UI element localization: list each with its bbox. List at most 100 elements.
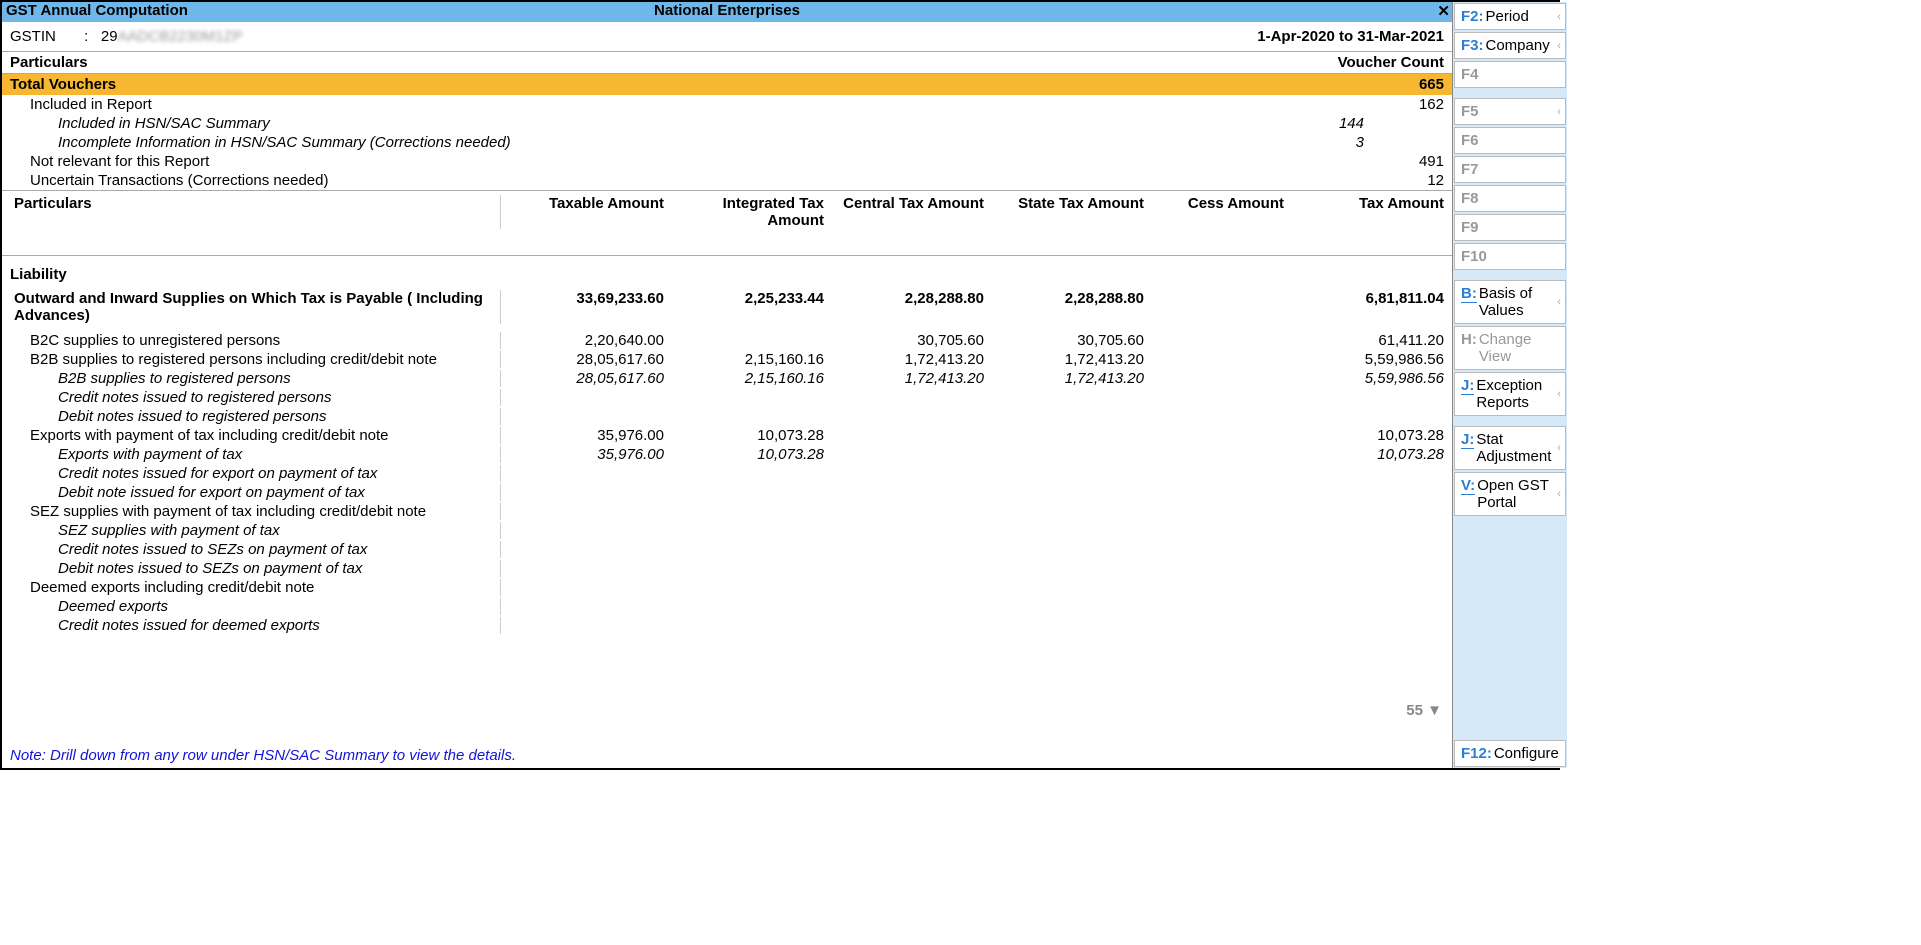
row-label: B2C supplies to unregistered persons [10, 332, 500, 349]
table-row[interactable]: Credit notes issued for export on paymen… [2, 464, 1452, 483]
btn-f4: F4 [1454, 61, 1566, 88]
row-cgst [832, 389, 992, 406]
btn-basis-of-values[interactable]: B:Basis of Values‹ [1454, 280, 1566, 324]
row-total [1292, 408, 1452, 425]
btn-f3-company[interactable]: F3:Company‹ [1454, 32, 1566, 59]
table-row[interactable]: Outward and Inward Supplies on Which Tax… [2, 289, 1452, 325]
table-row[interactable]: Debit notes issued to registered persons [2, 407, 1452, 426]
row-total: 6,81,811.04 [1292, 290, 1452, 324]
row-label: SEZ supplies with payment of tax includi… [10, 503, 500, 520]
row-taxable [500, 503, 672, 520]
row-igst [672, 560, 832, 577]
row-cess [1152, 465, 1292, 482]
btn-f2-period[interactable]: F2:Period‹ [1454, 3, 1566, 30]
row-taxable [500, 598, 672, 615]
row-total [1292, 598, 1452, 615]
row-label: Credit notes issued to SEZs on payment o… [10, 541, 500, 558]
row-cgst: 1,72,413.20 [832, 351, 992, 368]
row-igst [672, 579, 832, 596]
table-row[interactable]: B2C supplies to unregistered persons2,20… [2, 331, 1452, 350]
table-row[interactable]: Exports with payment of tax including cr… [2, 426, 1452, 445]
row-sgst: 2,28,288.80 [992, 290, 1152, 324]
row-sgst [992, 522, 1152, 539]
row-sgst [992, 617, 1152, 634]
voucher-row[interactable]: Included in Report162 [2, 95, 1452, 114]
btn-stat-adjustment[interactable]: J:Stat Adjustment‹ [1454, 426, 1566, 470]
row-igst [672, 408, 832, 425]
row-igst [672, 541, 832, 558]
row-cess [1152, 408, 1292, 425]
table-row[interactable]: Credit notes issued for deemed exports [2, 616, 1452, 635]
row-cgst: 2,28,288.80 [832, 290, 992, 324]
row-cess [1152, 503, 1292, 520]
table-row[interactable]: Debit note issued for export on payment … [2, 483, 1452, 502]
btn-f10: F10 [1454, 243, 1566, 270]
voucher-row-mid: 144 [1044, 115, 1364, 132]
row-igst: 2,15,160.16 [672, 351, 832, 368]
btn-f5: F5‹ [1454, 98, 1566, 125]
voucher-row[interactable]: Included in HSN/SAC Summary144 [2, 114, 1452, 133]
table-row[interactable]: Deemed exports including credit/debit no… [2, 578, 1452, 597]
row-total: 10,073.28 [1292, 446, 1452, 463]
table-row[interactable]: Debit notes issued to SEZs on payment of… [2, 559, 1452, 578]
scroll-indicator[interactable]: 55 ▼ [1406, 702, 1442, 719]
row-cgst [832, 465, 992, 482]
gstin-value-blurred: AADCB2230M1ZP [118, 28, 243, 45]
table-row[interactable]: Credit notes issued to registered person… [2, 388, 1452, 407]
table-row[interactable]: Deemed exports [2, 597, 1452, 616]
row-igst: 2,25,233.44 [672, 290, 832, 324]
voucher-row-label: Included in HSN/SAC Summary [10, 115, 1044, 132]
btn-f12-configure[interactable]: F12:Configure [1454, 740, 1566, 767]
row-label: Debit note issued for export on payment … [10, 484, 500, 501]
table-body: Liability Outward and Inward Supplies on… [2, 256, 1452, 743]
row-cess [1152, 446, 1292, 463]
row-taxable [500, 408, 672, 425]
row-igst [672, 522, 832, 539]
row-igst [672, 503, 832, 520]
voucher-row[interactable]: Not relevant for this Report491 [2, 152, 1452, 171]
table-row[interactable]: SEZ supplies with payment of tax [2, 521, 1452, 540]
table-row[interactable]: B2B supplies to registered persons inclu… [2, 350, 1452, 369]
row-sgst [992, 408, 1152, 425]
row-cess [1152, 541, 1292, 558]
row-cess [1152, 560, 1292, 577]
table-row[interactable]: Credit notes issued to SEZs on payment o… [2, 540, 1452, 559]
row-cess [1152, 522, 1292, 539]
gstin-label: GSTIN [10, 28, 80, 45]
btn-exception-reports[interactable]: J:Exception Reports‹ [1454, 372, 1566, 416]
hdr-particulars: Particulars [10, 54, 88, 71]
table-row[interactable]: B2B supplies to registered persons28,05,… [2, 369, 1452, 388]
row-cess [1152, 370, 1292, 387]
voucher-row[interactable]: Uncertain Transactions (Corrections need… [2, 171, 1452, 190]
table-header: Particulars Taxable Amount Integrated Ta… [2, 191, 1452, 256]
title-left: GST Annual Computation [2, 2, 188, 22]
row-taxable: 2,20,640.00 [500, 332, 672, 349]
row-cgst [832, 408, 992, 425]
row-cgst [832, 598, 992, 615]
close-icon[interactable]: ✕ [1437, 2, 1450, 20]
voucher-row-count [1364, 115, 1444, 132]
row-taxable: 28,05,617.60 [500, 370, 672, 387]
gstin-block: GSTIN : 29AADCB2230M1ZP [10, 28, 243, 45]
row-total [1292, 503, 1452, 520]
row-igst [672, 484, 832, 501]
row-label: Deemed exports including credit/debit no… [10, 579, 500, 596]
row-sgst: 30,705.60 [992, 332, 1152, 349]
row-label: Debit notes issued to SEZs on payment of… [10, 560, 500, 577]
row-label: B2B supplies to registered persons inclu… [10, 351, 500, 368]
voucher-row-count: 162 [1364, 96, 1444, 113]
col-cgst: Central Tax Amount [832, 195, 992, 229]
total-vouchers-row[interactable]: Total Vouchers 665 [2, 74, 1452, 95]
gstin-sep: : [84, 28, 88, 45]
table-row[interactable]: Exports with payment of tax35,976.0010,0… [2, 445, 1452, 464]
row-sgst [992, 427, 1152, 444]
row-total [1292, 465, 1452, 482]
row-sgst [992, 503, 1152, 520]
table-row[interactable]: SEZ supplies with payment of tax includi… [2, 502, 1452, 521]
voucher-row[interactable]: Incomplete Information in HSN/SAC Summar… [2, 133, 1452, 152]
row-total: 5,59,986.56 [1292, 370, 1452, 387]
row-total [1292, 389, 1452, 406]
row-cess [1152, 290, 1292, 324]
title-bar: GST Annual Computation National Enterpri… [2, 2, 1452, 22]
btn-open-gst-portal[interactable]: V:Open GST Portal‹ [1454, 472, 1566, 516]
